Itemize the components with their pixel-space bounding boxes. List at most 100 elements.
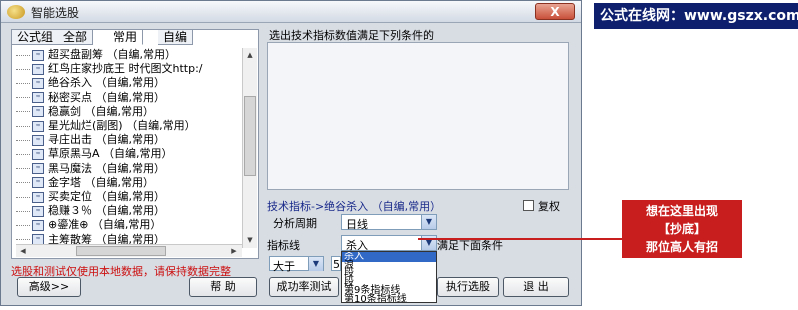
formula-icon: ≈ (32, 163, 44, 175)
close-button[interactable]: X (535, 3, 575, 20)
list-item-label: 买卖定位 （自编,常用） (48, 190, 165, 203)
formula-panel: 公式组 全部 常用 自编 ≈ 超买盘副筹 （自编,常用） ≈ 红鸟庄家抄底王 时代图文… (11, 29, 259, 259)
tree-connector (16, 97, 30, 99)
note-line: 【抄底】 (657, 222, 706, 236)
list-item-label: 绝谷杀入 （自编,常用） (48, 76, 165, 90)
chevron-down-icon[interactable]: ▼ (421, 215, 436, 229)
formula-icon: ≈ (32, 92, 44, 104)
execute-button[interactable]: 执行选股 (437, 277, 499, 297)
formula-icon: ≈ (32, 106, 44, 118)
indicator-line-label: 指标线 (267, 239, 300, 252)
criteria-label: 选出技术指标数值满足下列条件的 (269, 29, 434, 42)
criteria-list[interactable] (267, 42, 569, 190)
compare-value: 大于 (273, 260, 295, 273)
tree-connector (16, 210, 30, 212)
formula-icon: ≈ (32, 177, 44, 189)
list-item[interactable]: ≈ 寻庄出击 （自编,常用） (16, 133, 165, 147)
formula-icon: ≈ (32, 219, 44, 231)
tree-connector (16, 125, 30, 127)
list-item-label: 稳赢剑 （自编,常用） (48, 104, 154, 118)
formula-icon: ≈ (32, 205, 44, 217)
advanced-button[interactable]: 高级>> (17, 277, 81, 297)
list-item-label: 寻庄出击 （自编,常用） (48, 133, 165, 147)
dropdown-option[interactable]: 第10条指标线 (342, 295, 436, 303)
list-item-label: 草原黑马A （自编,常用） (48, 147, 173, 161)
tree-connector (16, 82, 30, 84)
formula-icon: ≈ (32, 148, 44, 160)
list-item[interactable]: ≈ 草原黑马A （自编,常用） (16, 147, 173, 161)
tree-connector (16, 224, 30, 226)
tab-custom[interactable]: 自编 (158, 30, 194, 45)
tree-connector (16, 239, 30, 241)
tab-common[interactable]: 常用 (108, 30, 144, 45)
list-item-label: 黑马魔法 （自编,常用） (48, 161, 165, 175)
site-banner: 公式在线网：www.gszx.com.cn (594, 3, 798, 29)
formula-icon: ≈ (32, 49, 44, 61)
list-item[interactable]: ≈ 星光灿烂(副图) （自编,常用） (16, 119, 196, 133)
list-item[interactable]: ≈ 秘密买点 （自编,常用） (16, 91, 165, 105)
list-item[interactable]: ≈ 稳赚３％ （自编,常用） (16, 204, 165, 218)
period-value: 日线 (346, 218, 368, 231)
list-item[interactable]: ≈ 金字塔 （自编,常用） (16, 176, 154, 190)
list-item[interactable]: ≈ 稳赢剑 （自编,常用） (16, 105, 154, 119)
vertical-scrollbar[interactable]: ▲ ▼ (242, 48, 257, 248)
list-item[interactable]: ≈ 买卖定位 （自编,常用） (16, 190, 165, 204)
period-label: 分析周期 (273, 217, 317, 230)
formula-icon: ≈ (32, 63, 44, 75)
formula-icon: ≈ (32, 77, 44, 89)
help-button[interactable]: 帮 助 (189, 277, 257, 297)
list-item[interactable]: ≈ 绝谷杀入 （自编,常用） (16, 76, 165, 90)
scroll-thumb[interactable] (244, 96, 256, 176)
tree-connector (16, 68, 30, 70)
tree-connector (16, 168, 30, 170)
window-title: 智能选股 (31, 6, 80, 20)
app-icon (7, 5, 25, 19)
list-item[interactable]: ≈ 超买盘副筹 （自编,常用） (16, 48, 176, 62)
value-text: 5 (333, 258, 340, 271)
tree-connector (16, 182, 30, 184)
list-item-label: ⊕鎏准⊕ （自编,常用） (48, 218, 162, 232)
pointer-arrow (418, 238, 622, 240)
list-item-label: 星光灿烂(副图) （自编,常用） (48, 119, 196, 132)
list-item-label: 金字塔 （自编,常用） (48, 175, 154, 189)
list-item-label: 超买盘副筹 （自编,常用） (48, 48, 176, 61)
exit-button[interactable]: 退 出 (503, 277, 569, 297)
formula-icon: ≈ (32, 120, 44, 132)
chevron-down-icon[interactable]: ▼ (308, 257, 323, 271)
value-input[interactable]: 5 (331, 256, 341, 271)
list-item[interactable]: ≈ 黑马魔法 （自编,常用） (16, 162, 165, 176)
indicator-line-dropdown[interactable]: 杀入浪段段第9条指标线 第10条指标线 (341, 251, 437, 303)
tree-connector (16, 196, 30, 198)
tree-connector (16, 153, 30, 155)
adjust-checkbox-label: 复权 (538, 200, 560, 213)
tree-connector (16, 111, 30, 113)
success-test-button[interactable]: 成功率测试 (269, 277, 339, 297)
list-item[interactable]: ≈ 红鸟庄家抄底王 时代图文http:/ (16, 62, 203, 76)
tab-all[interactable]: 全部 (58, 30, 94, 45)
tree-connector (16, 139, 30, 141)
list-item-label: 秘密买点 （自编,常用） (48, 90, 165, 104)
indicator-name: 技术指标->绝谷杀入 （自编,常用） (267, 200, 442, 213)
scroll-right-icon[interactable]: ▶ (228, 245, 240, 257)
compare-select[interactable]: 大于 ▼ (269, 256, 324, 273)
scroll-left-icon[interactable]: ◀ (17, 245, 29, 257)
list-item-label: 稳赚３％ （自编,常用） (48, 204, 165, 218)
formula-icon: ≈ (32, 191, 44, 203)
formula-icon: ≈ (32, 134, 44, 146)
scroll-down-icon[interactable]: ▼ (244, 234, 256, 246)
hscroll-thumb[interactable] (76, 246, 166, 256)
tab-formula-group[interactable]: 公式组 (12, 30, 60, 45)
title-bar[interactable]: 智能选股 X (1, 1, 581, 23)
note-line: 那位高人有招 (645, 240, 718, 254)
list-item-label: 红鸟庄家抄底王 时代图文http:/ (48, 62, 203, 76)
note-line: 想在这里出现 (645, 204, 718, 218)
horizontal-scrollbar[interactable]: ◀ ▶ (16, 244, 242, 257)
annotation-note: 想在这里出现 【抄底】 那位高人有招 (622, 200, 742, 258)
smart-stock-picker-window: 智能选股 X 公式组 全部 常用 自编 ≈ 超买盘副筹 （自编,常用） ≈ 红鸟庄家抄… (0, 0, 582, 306)
period-select[interactable]: 日线 ▼ (341, 214, 437, 231)
adjust-checkbox[interactable] (523, 200, 534, 211)
tree-connector (16, 54, 30, 56)
scroll-up-icon[interactable]: ▲ (244, 49, 256, 61)
list-item[interactable]: ≈ ⊕鎏准⊕ （自编,常用） (16, 218, 161, 232)
formula-list: ≈ 超买盘副筹 （自编,常用） ≈ 红鸟庄家抄底王 时代图文http:/ ≈ 绝谷杀入 （… (16, 48, 241, 248)
